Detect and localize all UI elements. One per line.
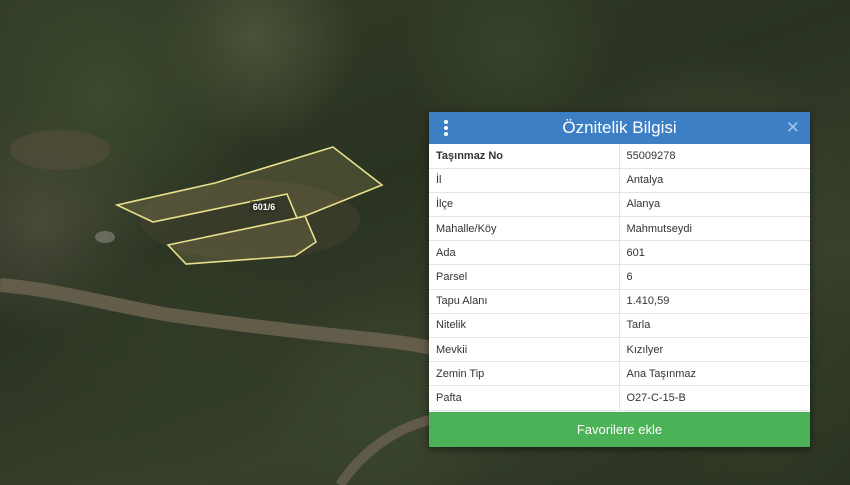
row-key: Parsel (429, 264, 620, 290)
row-value: Tarla (619, 313, 810, 339)
add-to-favorites-button[interactable]: Favorilere ekle (429, 412, 810, 447)
dirt-road-lower (335, 415, 432, 485)
row-value: Antalya (619, 168, 810, 193)
table-row: Tapu Alanı 1.410,59 (429, 289, 810, 314)
panel-header: Öznitelik Bilgisi ✕ (429, 112, 810, 144)
table-row: İl Antalya (429, 168, 810, 193)
row-key: Ada (429, 240, 620, 266)
row-key: Pafta (429, 385, 620, 411)
row-key: Tapu Alanı (429, 289, 620, 314)
row-value: Alanya (619, 192, 810, 218)
table-row: İlçe Alanya (429, 192, 810, 218)
row-key: Mahalle/Köy (429, 216, 620, 242)
row-value: 55009278 (619, 144, 810, 169)
cleared-patch (10, 130, 110, 170)
row-key: Nitelik (429, 313, 620, 339)
table-row: Zemin Tip Ana Taşınmaz (429, 361, 810, 387)
more-options-icon[interactable] (443, 120, 449, 136)
table-row: Taşınmaz No 55009278 (429, 144, 810, 169)
table-row: Mevkii Kızılyer (429, 337, 810, 363)
row-key: İlçe (429, 192, 620, 218)
row-value: Kızılyer (619, 337, 810, 363)
panel-title: Öznitelik Bilgisi (562, 118, 677, 137)
attribute-info-panel: Öznitelik Bilgisi ✕ Taşınmaz No 55009278… (429, 112, 810, 447)
parcel-label: 601/6 (253, 202, 276, 212)
row-value: 1.410,59 (619, 289, 810, 314)
row-value: 601 (619, 240, 810, 266)
row-key: Zemin Tip (429, 361, 620, 387)
close-icon[interactable]: ✕ (786, 118, 800, 138)
row-key: İl (429, 168, 620, 193)
attribute-table: Taşınmaz No 55009278 İl Antalya İlçe Ala… (429, 144, 810, 411)
table-row: Pafta O27-C-15-B (429, 385, 810, 411)
row-key: Mevkii (429, 337, 620, 363)
row-value: O27-C-15-B (619, 385, 810, 411)
row-value: Mahmutseydi (619, 216, 810, 242)
table-row: Parsel 6 (429, 264, 810, 290)
table-row: Nitelik Tarla (429, 313, 810, 339)
cleared-patch (95, 231, 115, 243)
row-value: 6 (619, 264, 810, 290)
dirt-road (0, 278, 442, 357)
table-row: Ada 601 (429, 240, 810, 266)
row-key: Taşınmaz No (429, 144, 620, 169)
table-row: Mahalle/Köy Mahmutseydi (429, 216, 810, 242)
row-value: Ana Taşınmaz (619, 361, 810, 387)
